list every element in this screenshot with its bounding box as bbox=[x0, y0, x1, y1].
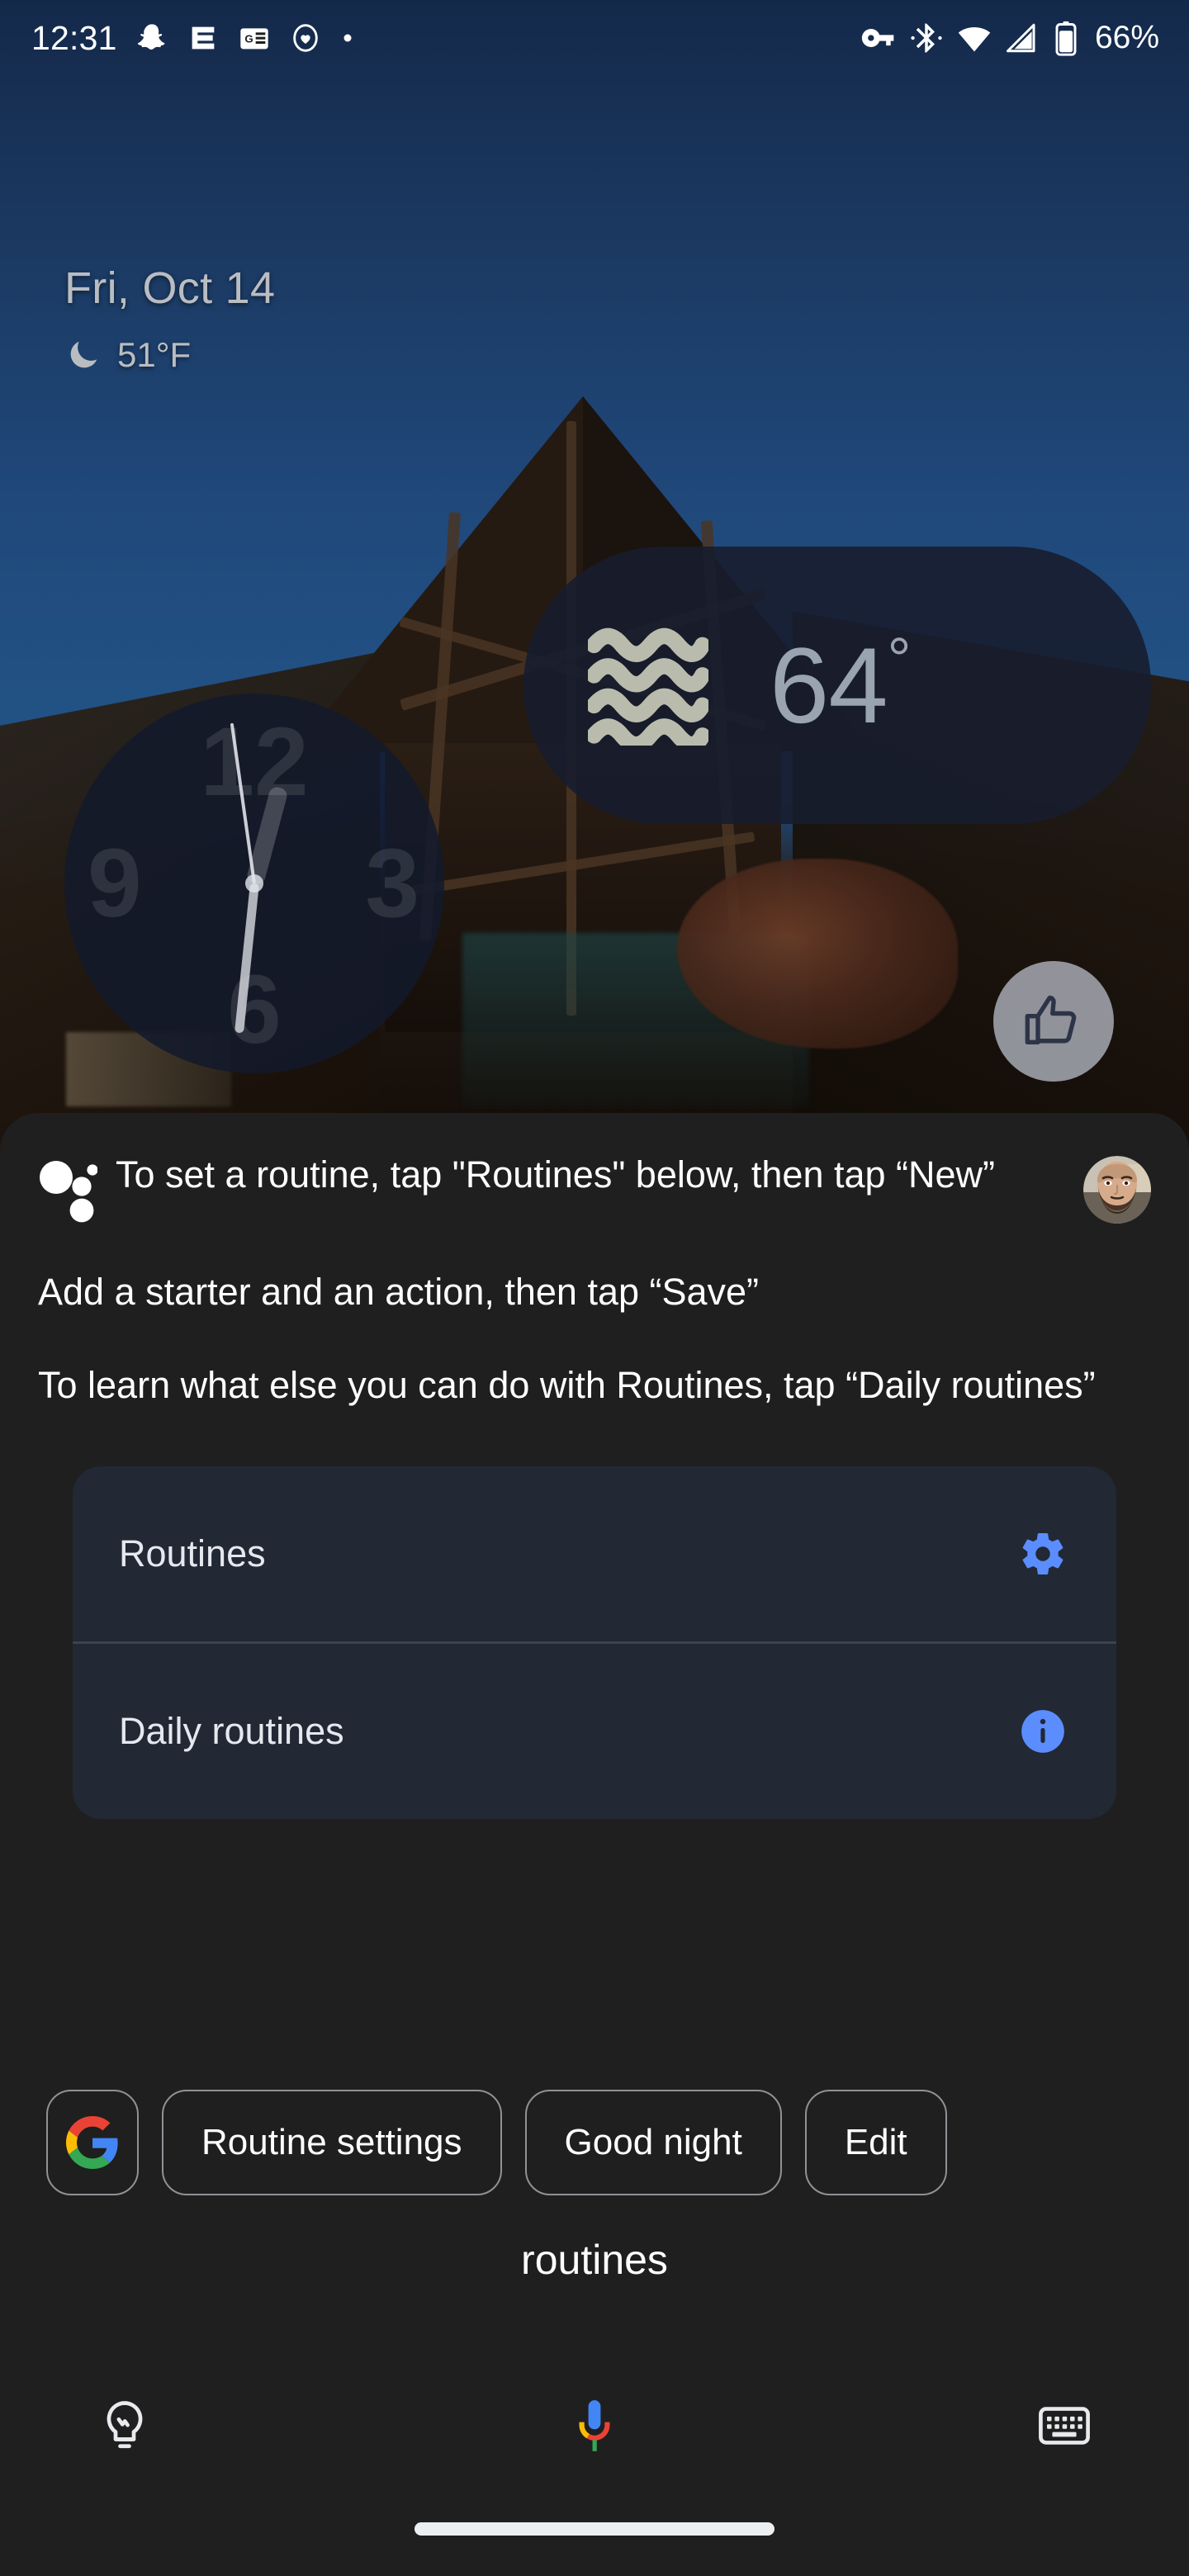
assistant-bottom-bar bbox=[0, 2343, 1189, 2508]
clock-number-9: 9 bbox=[88, 829, 142, 938]
cellular-signal-icon bbox=[1006, 23, 1035, 53]
chip-good-night[interactable]: Good night bbox=[524, 2090, 782, 2195]
status-bar-clock: 12:31 bbox=[31, 18, 117, 57]
status-bar-left: 12:31 G bbox=[31, 19, 355, 58]
thermostat-widget[interactable]: 64 ° bbox=[523, 547, 1151, 824]
home-indicator[interactable] bbox=[414, 2522, 775, 2536]
explore-button[interactable] bbox=[79, 2380, 170, 2471]
vpn-key-icon bbox=[861, 29, 894, 47]
weather-temp-label: 51°F bbox=[117, 335, 192, 374]
thumbs-up-button[interactable] bbox=[993, 961, 1114, 1082]
routines-row[interactable]: Routines bbox=[73, 1466, 1116, 1641]
thermostat-degree-symbol: ° bbox=[887, 627, 912, 693]
wifi-icon bbox=[958, 26, 991, 52]
microphone-button[interactable] bbox=[549, 2380, 640, 2471]
assistant-response-line-3: To learn what else you can do with Routi… bbox=[38, 1364, 1096, 1407]
thermostat-temperature: 64 ° bbox=[770, 623, 912, 747]
routines-card: Routines Daily routines bbox=[73, 1466, 1116, 1820]
avatar[interactable] bbox=[1083, 1156, 1151, 1224]
google-mic-icon bbox=[579, 2400, 610, 2451]
routines-row-label: Routines bbox=[119, 1532, 266, 1575]
google-news-icon: G bbox=[239, 28, 268, 50]
status-bar: 12:31 G 66% bbox=[0, 0, 1189, 76]
google-assistant-dots-icon bbox=[40, 1161, 97, 1223]
weather-row: 51°F bbox=[64, 335, 275, 375]
clock-number-6: 6 bbox=[227, 955, 282, 1064]
thermostat-temp-value: 64 bbox=[770, 625, 888, 746]
voice-transcript: routines bbox=[521, 2237, 668, 2283]
phone-screen: 12:31 G 66% Fri, Oct 14 51°F 12 3 6 9 64… bbox=[0, 0, 1189, 2576]
date-label: Fri, Oct 14 bbox=[64, 263, 276, 313]
heat-waves-icon bbox=[588, 627, 708, 746]
battery-icon bbox=[1055, 21, 1077, 56]
bluetooth-icon bbox=[911, 23, 942, 53]
assistant-panel: To set a routine, tap "Routines" below, … bbox=[0, 1113, 1189, 2576]
clock-center-cap bbox=[245, 874, 263, 893]
chip-edit[interactable]: Edit bbox=[804, 2090, 947, 2195]
crescent-moon-icon bbox=[70, 341, 97, 368]
google-g-logo bbox=[66, 2116, 118, 2169]
chip-routine-settings[interactable]: Routine settings bbox=[162, 2090, 502, 2195]
suggestion-chips: Routine settings Good night Edit bbox=[0, 2081, 1189, 2204]
heart-circle-icon bbox=[292, 24, 318, 52]
assistant-response-line-2: Add a starter and an action, then tap “S… bbox=[38, 1271, 760, 1313]
info-icon[interactable] bbox=[1017, 1706, 1068, 1757]
keyboard-button[interactable] bbox=[1019, 2380, 1110, 2471]
assistant-response-header: To set a routine, tap "Routines" below, … bbox=[0, 1113, 1189, 1225]
keyboard-icon bbox=[1039, 2407, 1090, 2445]
battery-percent-label: 66% bbox=[1094, 20, 1159, 55]
snapchat-icon bbox=[137, 24, 164, 50]
chip-google-logo[interactable] bbox=[46, 2090, 139, 2195]
daily-routines-row[interactable]: Daily routines bbox=[73, 1644, 1116, 1819]
gear-icon[interactable] bbox=[1017, 1528, 1068, 1579]
dot-icon bbox=[343, 34, 352, 42]
espn-icon bbox=[192, 26, 214, 50]
date-weather-widget[interactable]: Fri, Oct 14 51°F bbox=[64, 263, 275, 375]
status-bar-right: 66% bbox=[860, 20, 1159, 56]
thumbs-up-icon bbox=[1025, 995, 1077, 1045]
explore-lightbulb-icon bbox=[107, 2401, 143, 2449]
clock-number-3: 3 bbox=[365, 829, 419, 938]
assistant-response-line-1: To set a routine, tap "Routines" below, … bbox=[116, 1153, 996, 1196]
svg-text:G: G bbox=[244, 33, 253, 45]
avatar-photo bbox=[1083, 1156, 1151, 1224]
analog-clock-widget[interactable]: 12 3 6 9 bbox=[64, 694, 444, 1073]
daily-routines-row-label: Daily routines bbox=[119, 1710, 344, 1753]
clock-number-12: 12 bbox=[200, 708, 309, 817]
